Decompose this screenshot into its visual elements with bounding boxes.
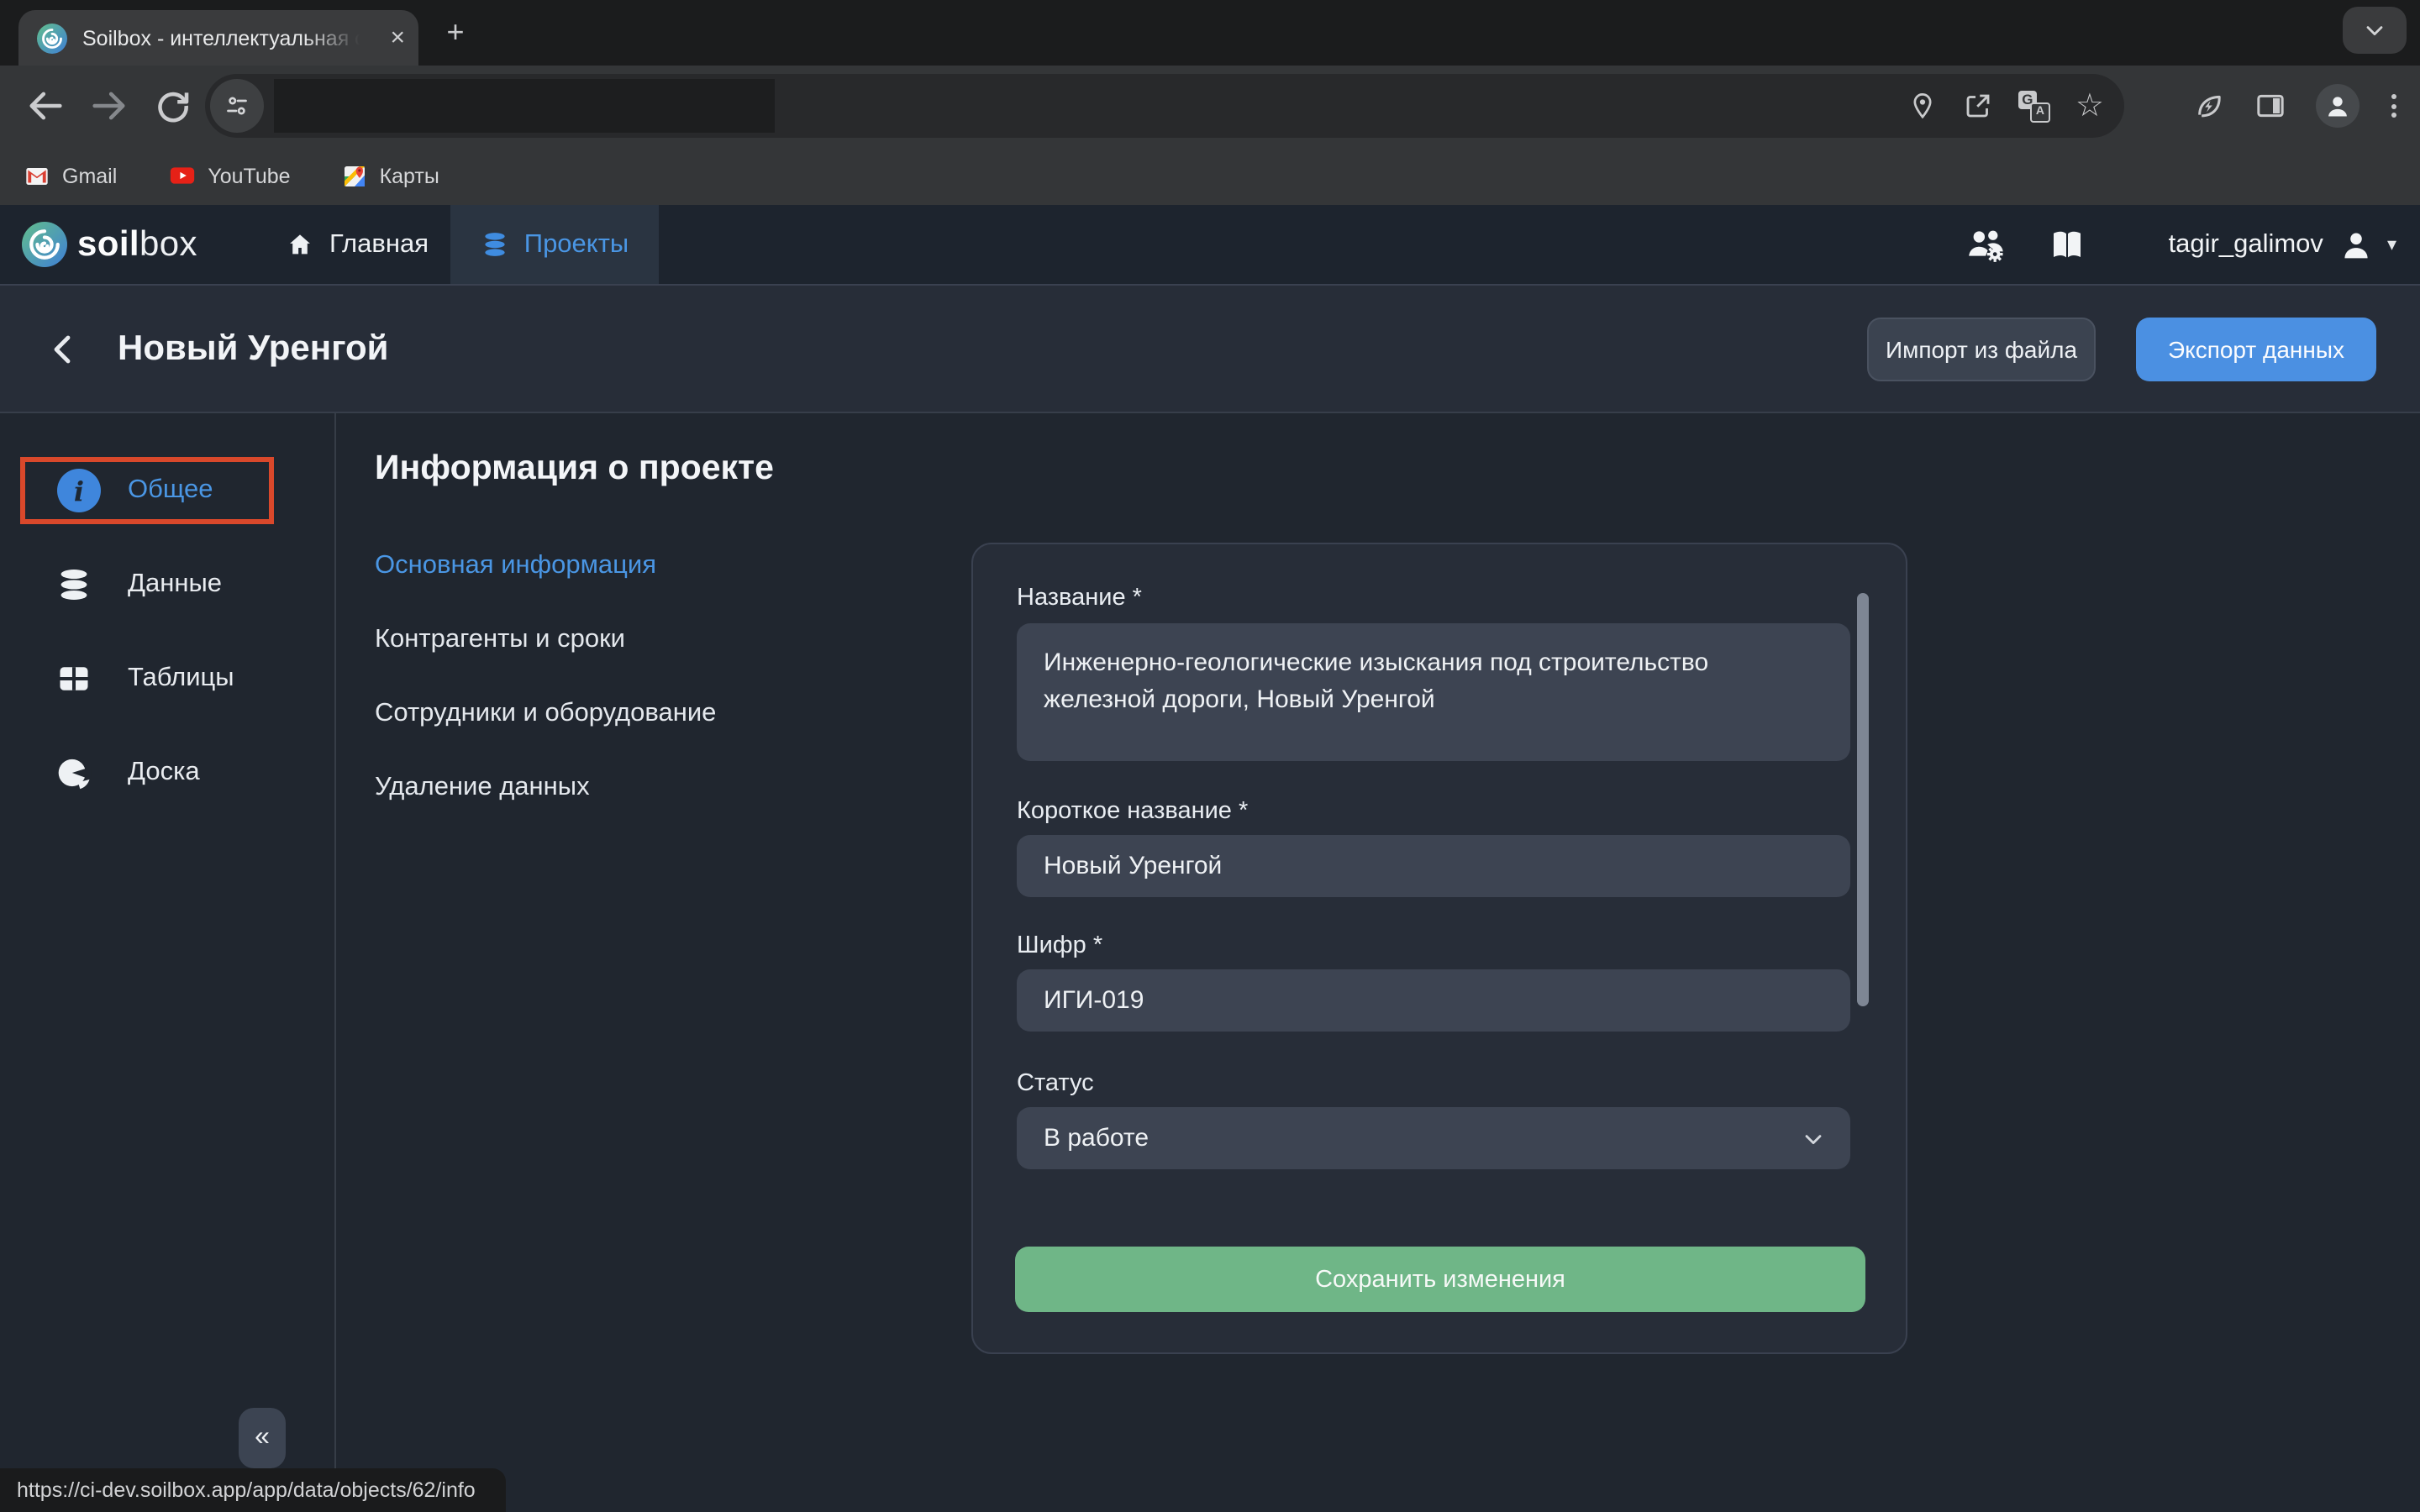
status-select[interactable]: В работе bbox=[1017, 1107, 1850, 1169]
back-chevron-icon[interactable] bbox=[44, 329, 84, 370]
subnav-staff-equipment[interactable]: Сотрудники и оборудование bbox=[375, 697, 716, 731]
team-management-icon[interactable] bbox=[1965, 223, 2009, 266]
soilbox-spiral-icon bbox=[22, 222, 67, 267]
new-tab-button[interactable]: + bbox=[437, 13, 474, 50]
project-header: Новый Уренгой Импорт из файла Экспорт да… bbox=[0, 284, 2420, 413]
forward-icon[interactable] bbox=[87, 84, 131, 128]
tab-title: Soilbox - интеллектуальная с bbox=[82, 26, 360, 50]
youtube-icon bbox=[167, 161, 196, 190]
subnav-main-info[interactable]: Основная информация bbox=[375, 549, 656, 583]
bookmark-star-icon[interactable]: ☆ bbox=[2075, 90, 2104, 122]
location-pin-icon[interactable] bbox=[1907, 91, 1938, 121]
sidebar-item-board[interactable]: Доска bbox=[20, 739, 274, 806]
sidebar-item-general[interactable]: i Общее bbox=[20, 457, 274, 524]
user-avatar-icon[interactable] bbox=[2338, 226, 2375, 263]
project-info-card: Название * Инженерно-геологические изыск… bbox=[971, 543, 1907, 1354]
bookmark-youtube[interactable]: YouTube bbox=[167, 161, 290, 190]
subnav-contractors[interactable]: Контрагенты и сроки bbox=[375, 623, 625, 657]
status-url: https://ci-dev.soilbox.app/app/data/obje… bbox=[17, 1478, 476, 1502]
app-navbar: soilbox Главная Проекты bbox=[0, 205, 2420, 284]
short-name-input[interactable]: Новый Уренгой bbox=[1017, 835, 1850, 897]
project-content: Информация о проекте Основная информация… bbox=[338, 413, 2420, 1512]
browser-profile-avatar[interactable] bbox=[2316, 84, 2360, 128]
sidebar-item-tables[interactable]: Таблицы bbox=[20, 645, 274, 712]
pie-chart-icon bbox=[52, 754, 96, 791]
docs-book-icon[interactable] bbox=[2048, 224, 2088, 265]
browser-toolbar: G A ☆ bbox=[0, 66, 2420, 146]
info-icon: i bbox=[57, 469, 101, 512]
import-from-file-button[interactable]: Импорт из файла bbox=[1867, 318, 2096, 381]
status-url-bar: https://ci-dev.soilbox.app/app/data/obje… bbox=[0, 1468, 506, 1512]
open-in-new-icon[interactable] bbox=[1963, 91, 1993, 121]
browser-tab-strip: Soilbox - интеллектуальная с × + bbox=[0, 0, 2420, 66]
chevron-down-icon bbox=[1800, 1125, 1827, 1152]
code-label: Шифр * bbox=[1017, 932, 1102, 959]
side-panel-icon[interactable] bbox=[2254, 89, 2287, 123]
status-label: Статус bbox=[1017, 1070, 1094, 1097]
project-title: Новый Уренгой bbox=[118, 329, 389, 370]
name-label: Название * bbox=[1017, 585, 1142, 612]
export-data-button[interactable]: Экспорт данных bbox=[2136, 318, 2376, 381]
translate-icon[interactable]: G A bbox=[2018, 90, 2050, 122]
sidebar-collapse-button[interactable]: « bbox=[239, 1408, 286, 1468]
address-bar[interactable]: G A ☆ bbox=[205, 74, 2124, 138]
project-sidebar: i Общее Данные Таблицы bbox=[0, 413, 336, 1512]
soilbox-favicon-icon bbox=[37, 23, 67, 53]
browser-menu-icon[interactable] bbox=[2388, 91, 2400, 121]
short-name-label: Короткое название * bbox=[1017, 798, 1248, 825]
name-textarea[interactable]: Инженерно-геологические изыскания под ст… bbox=[1017, 623, 1850, 761]
card-scrollbar[interactable] bbox=[1857, 593, 1869, 1006]
database-icon bbox=[52, 566, 96, 603]
reload-icon[interactable] bbox=[151, 84, 195, 128]
window-chevron-button[interactable] bbox=[2343, 7, 2407, 54]
brand-wordmark: soilbox bbox=[77, 224, 197, 265]
soilbox-logo[interactable]: soilbox bbox=[22, 222, 197, 267]
tune-icon[interactable] bbox=[210, 79, 264, 133]
save-changes-button[interactable]: Сохранить изменения bbox=[1015, 1247, 1865, 1312]
bookmark-gmail[interactable]: Gmail bbox=[24, 162, 117, 189]
username: tagir_galimov bbox=[2169, 229, 2323, 260]
battery-saver-leaf-icon[interactable] bbox=[2191, 89, 2225, 123]
bookmarks-bar: Gmail YouTube Карты bbox=[0, 146, 2420, 205]
browser-tab[interactable]: Soilbox - интеллектуальная с × bbox=[18, 10, 418, 66]
bookmark-maps[interactable]: Карты bbox=[341, 162, 439, 189]
page-title: Информация о проекте bbox=[375, 449, 774, 489]
user-menu-caret-icon[interactable]: ▾ bbox=[2387, 234, 2396, 255]
nav-item-projects[interactable]: Проекты bbox=[450, 205, 659, 284]
nav-item-home[interactable]: Главная bbox=[279, 205, 435, 284]
maps-icon bbox=[341, 162, 368, 189]
back-icon[interactable] bbox=[24, 84, 67, 128]
browser-window: Soilbox - интеллектуальная с × + bbox=[0, 0, 2420, 1512]
url-redacted-area bbox=[274, 79, 775, 133]
tab-close-icon[interactable]: × bbox=[390, 25, 405, 50]
table-grid-icon bbox=[52, 660, 96, 697]
sidebar-item-data[interactable]: Данные bbox=[20, 551, 274, 618]
database-icon bbox=[481, 230, 509, 259]
gmail-icon bbox=[24, 162, 50, 189]
code-input[interactable]: ИГИ-019 bbox=[1017, 969, 1850, 1032]
subnav-delete-data[interactable]: Удаление данных bbox=[375, 771, 590, 805]
home-icon bbox=[286, 230, 314, 259]
